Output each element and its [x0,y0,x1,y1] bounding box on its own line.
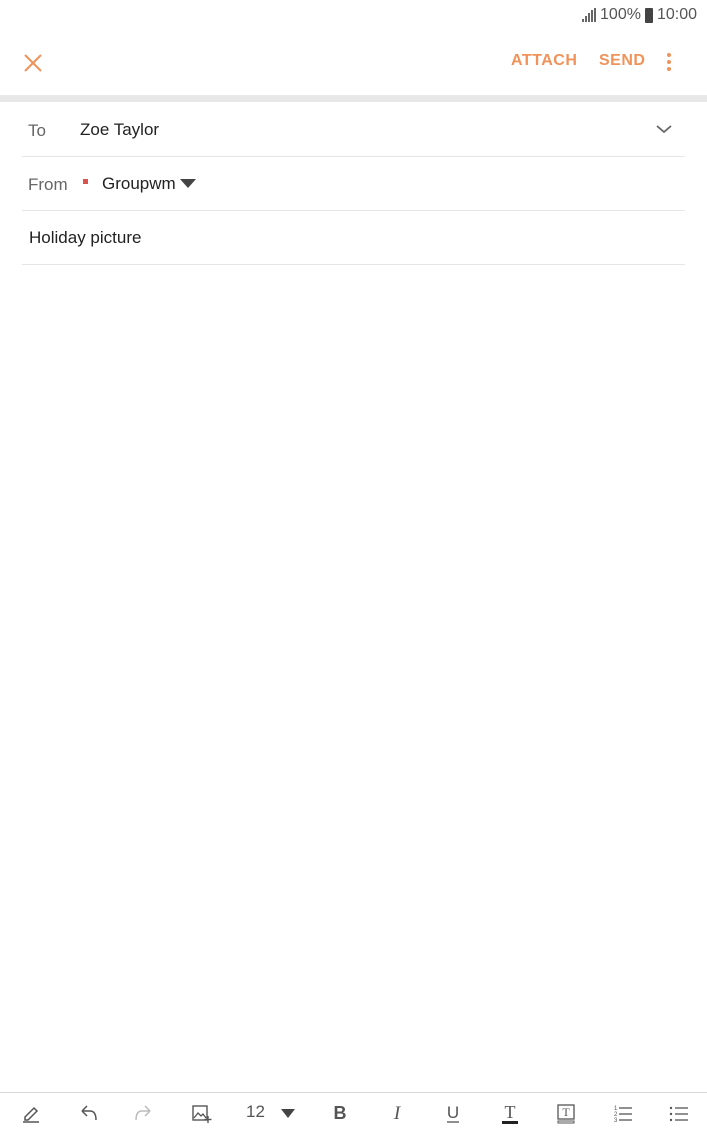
subject-field[interactable]: Holiday picture [22,211,685,265]
svg-text:T: T [562,1105,570,1119]
to-recipient[interactable]: Zoe Taylor [80,120,159,140]
battery-icon [644,7,653,23]
close-icon[interactable] [18,48,48,78]
from-account[interactable]: Groupwm [102,174,176,194]
to-label: To [28,121,46,140]
caret-down-icon[interactable] [180,179,196,188]
chevron-down-icon[interactable] [655,122,673,134]
text-highlight-icon[interactable]: T [553,1101,579,1125]
from-field[interactable]: From Groupwm [22,157,685,211]
insert-image-icon[interactable] [188,1101,214,1125]
svg-text:U: U [447,1103,459,1122]
svg-text:I: I [393,1103,402,1124]
text-color-icon[interactable]: T [497,1101,523,1125]
redo-icon[interactable] [131,1101,157,1125]
svg-text:B: B [334,1103,347,1123]
bold-icon[interactable]: B [327,1101,353,1125]
font-size-value[interactable]: 12 [246,1102,265,1122]
clock: 10:00 [656,6,697,23]
italic-icon[interactable]: I [384,1101,410,1125]
formatting-toolbar: 12 B I U T T 1 2 3 [0,1092,707,1132]
app-bar: ATTACH SEND [0,30,707,94]
bulleted-list-icon[interactable] [666,1101,692,1125]
send-button[interactable]: SEND [599,52,645,70]
svg-text:3: 3 [614,1118,618,1124]
to-field[interactable]: To Zoe Taylor [22,102,685,157]
undo-icon[interactable] [75,1101,101,1125]
from-label: From [28,175,68,194]
underline-icon[interactable]: U [440,1101,466,1125]
attach-button[interactable]: ATTACH [511,52,577,70]
header-divider [0,95,707,102]
more-options-icon[interactable] [662,50,676,76]
subject-input[interactable]: Holiday picture [29,228,141,248]
account-color-icon [83,179,88,184]
message-body[interactable] [22,266,685,1086]
svg-text:T: T [505,1102,516,1122]
pen-icon[interactable] [18,1101,44,1125]
status-bar: 100% 10:00 [0,0,707,30]
font-size-caret-icon[interactable] [281,1109,295,1118]
battery-level: 100% [600,6,641,23]
numbered-list-icon[interactable]: 1 2 3 [610,1101,636,1125]
signal-icon [582,8,597,22]
